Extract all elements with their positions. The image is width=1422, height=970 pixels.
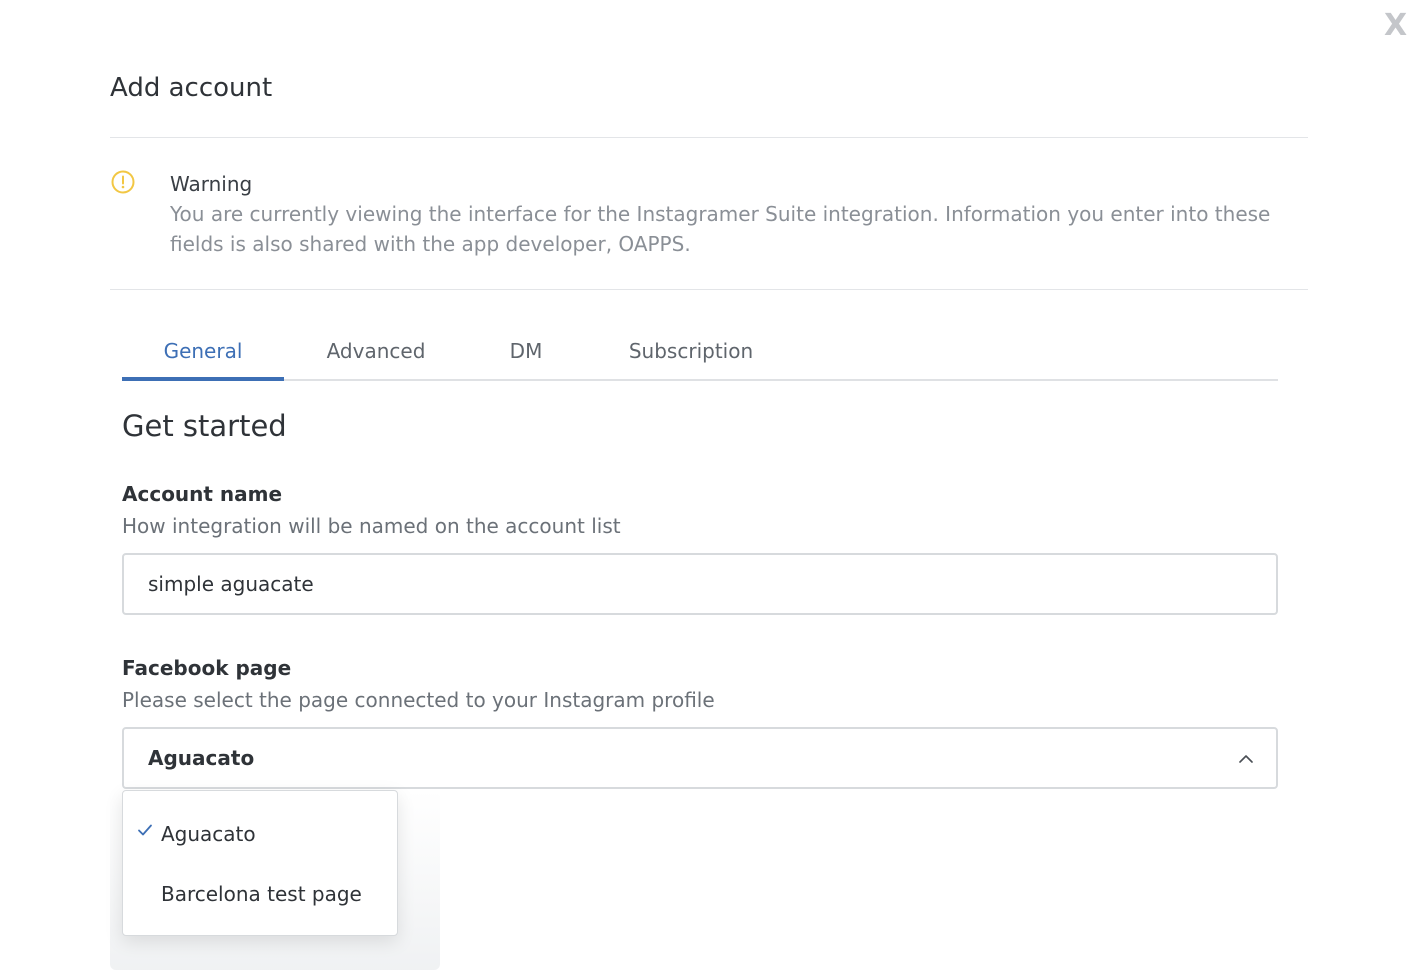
dropdown-option-label: Barcelona test page	[161, 882, 362, 906]
dropdown-option-barcelona-test-page[interactable]: Barcelona test page	[123, 868, 397, 918]
dialog-title: Add account	[110, 73, 273, 103]
warning-icon	[111, 170, 135, 194]
header-divider	[110, 137, 1308, 138]
tab-subscription[interactable]: Subscription	[616, 326, 766, 379]
warning-title: Warning	[170, 172, 253, 196]
facebook-page-select[interactable]: Aguacato	[122, 727, 1278, 789]
tab-advanced[interactable]: Advanced	[312, 326, 440, 379]
facebook-page-help: Please select the page connected to your…	[122, 688, 715, 712]
facebook-page-selected-value: Aguacato	[148, 746, 255, 770]
account-name-input[interactable]	[122, 553, 1278, 615]
account-name-label: Account name	[122, 482, 283, 506]
dropdown-option-aguacato[interactable]: Aguacato	[123, 808, 397, 858]
section-title: Get started	[122, 409, 287, 443]
dropdown-option-label: Aguacato	[161, 822, 256, 846]
facebook-page-label: Facebook page	[122, 656, 292, 680]
facebook-page-dropdown: Aguacato Barcelona test page	[122, 790, 398, 936]
warning-divider	[110, 289, 1308, 290]
tab-bar: General Advanced DM Subscription	[122, 326, 1278, 381]
close-button[interactable]: X	[1384, 8, 1407, 44]
checkmark-icon	[138, 824, 152, 836]
chevron-up-icon	[1239, 755, 1253, 763]
account-name-help: How integration will be named on the acc…	[122, 514, 621, 538]
add-account-dialog: X Add account Warning You are currently …	[0, 0, 1422, 970]
tab-general[interactable]: General	[122, 326, 284, 381]
warning-text: You are currently viewing the interface …	[170, 202, 1271, 256]
tab-dm[interactable]: DM	[490, 326, 562, 379]
